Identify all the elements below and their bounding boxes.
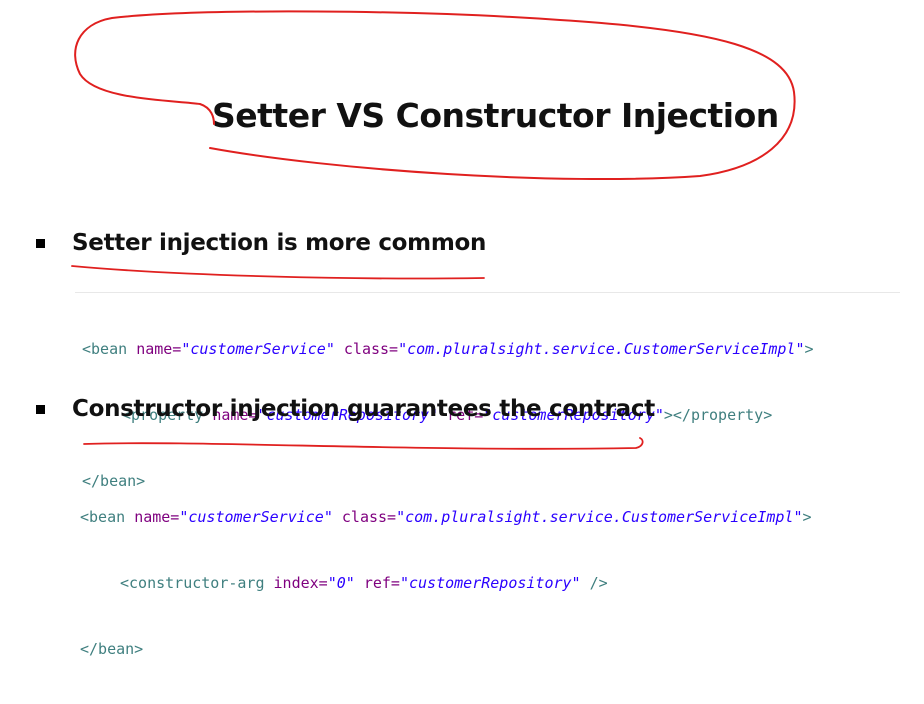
xml-tag: <bean [82,340,137,358]
square-bullet-icon [36,404,45,414]
xml-attr: class= [332,508,397,526]
xml-value: "com.pluralsight.service.CustomerService… [398,340,805,358]
xml-tag: > [804,340,814,358]
xml-tag: <bean [80,508,135,526]
slide: Setter VS Constructor Injection Setter i… [0,0,924,676]
code-line: </bean> [80,640,144,658]
xml-attr: name= [134,508,180,526]
xml-value: "com.pluralsight.service.CustomerService… [396,508,803,526]
code-line: <constructor-arg index="0" ref="customer… [80,572,812,594]
xml-value: "0" [327,574,355,592]
code-line: <bean name="customerService" class="com.… [82,338,814,360]
xml-value: "customerService" [179,508,333,526]
bullet-text: Constructor injection guarantees the con… [72,396,655,422]
code-block-constructor: <bean name="customerService" class="com.… [80,462,812,704]
xml-tag: ></property> [663,406,773,424]
setter-ink-underline [71,265,485,280]
slide-title: Setter VS Constructor Injection [212,96,779,135]
xml-attr: class= [334,340,399,358]
bullet-constructor: Constructor injection guarantees the con… [36,396,655,422]
bullet-setter: Setter injection is more common [36,230,486,256]
xml-attr: name= [136,340,182,358]
xml-attr: index= [273,574,328,592]
xml-tag: <constructor-arg [120,574,274,592]
bullet-text: Setter injection is more common [72,230,487,256]
xml-tag: /> [580,574,608,592]
xml-value: "customerRepository" [399,574,581,592]
xml-attr: ref= [354,574,400,592]
xml-value: "customerService" [181,340,335,358]
square-bullet-icon [36,238,45,248]
code-top-border [75,292,900,293]
code-line: <bean name="customerService" class="com.… [80,506,812,528]
xml-tag: > [802,508,812,526]
